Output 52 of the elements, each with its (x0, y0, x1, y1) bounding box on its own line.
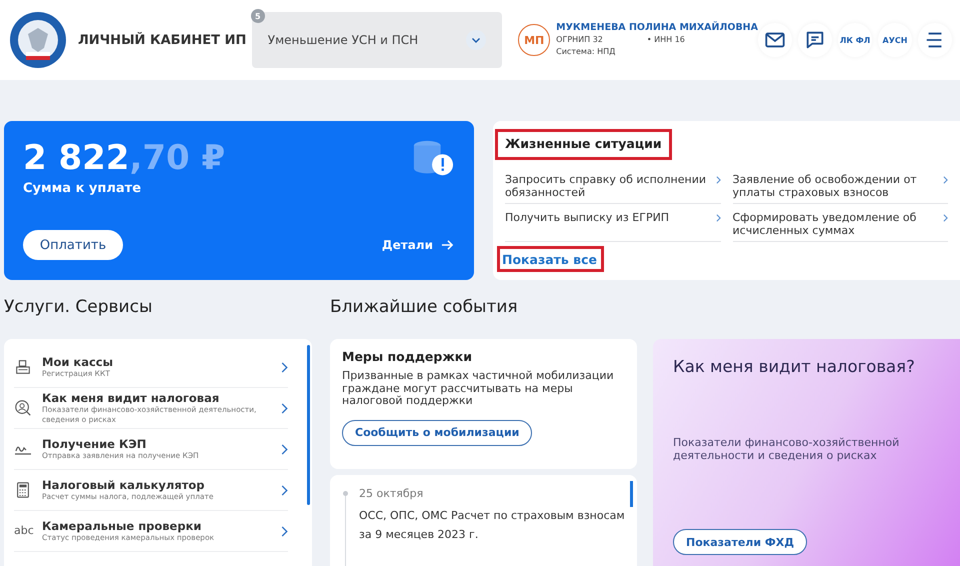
chevron-right-icon (281, 362, 288, 372)
count-badge: 5 (250, 9, 265, 23)
abc-text-icon: abc (14, 522, 32, 540)
chevron-right-icon (716, 176, 720, 184)
chevron-right-icon (281, 484, 288, 496)
promo-text: Показатели финансово-хозяйственной деятельности и сведения о рисках (673, 436, 900, 462)
fhd-indicators-button[interactable]: Показатели ФХД (673, 529, 808, 555)
chevron-right-icon (943, 214, 948, 222)
life-situation-link[interactable]: Запросить справку об исполнении обязанностей (505, 170, 720, 204)
chevron-right-icon (943, 176, 948, 184)
header-link-button[interactable]: АУСН (878, 23, 912, 57)
calculator-icon (14, 481, 32, 499)
mail-icon[interactable] (758, 23, 792, 57)
chat-icon[interactable] (798, 23, 832, 57)
events-heading: Ближайшие события (330, 297, 519, 319)
support-text: Призванные в рамках частичной мобилизации граждане могут рассчитывать на меры налоговой поддержки (342, 370, 615, 408)
chevron-down-icon (466, 30, 486, 50)
life-situations-title: Жизненные ситуации (495, 129, 672, 160)
person-search-icon (14, 399, 32, 417)
amount-caption: Сумма к уплате (23, 181, 142, 196)
life-situation-link[interactable]: Получить выписку из ЕГРИП (505, 208, 720, 242)
arrow-right-icon (441, 239, 454, 251)
user-name: МУКМЕНЕВА ПОЛИНА МИХАЙЛОВНА (556, 22, 758, 34)
support-title: Меры поддержки (342, 349, 474, 364)
chevron-right-icon (716, 214, 720, 222)
tax-system-text: Система: НПД (556, 46, 616, 58)
event-text: ОСС, ОПС, ОМС Расчет по страховым взносам за 9 месяцев 2023 г. (359, 508, 625, 543)
dropdown-value: Уменьшение УСН и ПСН (268, 33, 418, 47)
chevron-right-icon (281, 444, 288, 454)
report-mobilization-button[interactable]: Сообщить о мобилизации (342, 420, 532, 446)
details-link[interactable]: Детали (382, 238, 454, 252)
event-date: 25 октября (359, 487, 424, 500)
mode-dropdown[interactable]: 5 Уменьшение УСН и ПСН (252, 12, 502, 68)
amount-kopecks: ,70 ₽ (129, 138, 226, 178)
emblem-logo (8, 10, 68, 70)
scrollbar-thumb[interactable] (307, 345, 310, 505)
pay-button[interactable]: Оплатить (23, 230, 123, 260)
menu-icon[interactable] (918, 23, 952, 57)
ogrnip-text: ОГРНИП 32 (556, 34, 603, 46)
cabinet-title: ЛИЧНЫЙ КАБИНЕТ ИП (78, 32, 246, 48)
life-situation-link[interactable]: Сформировать уведомление об исчисленных суммах (732, 208, 948, 242)
amount-rubles: 2 822 (23, 138, 130, 178)
promo-title: Как меня видит налоговая? (673, 357, 916, 376)
cash-register-icon (14, 358, 32, 376)
chevron-right-icon (281, 526, 288, 536)
inn-text: • ИНН 16 (646, 34, 685, 46)
chevron-right-icon (281, 402, 288, 414)
life-situation-link[interactable]: Заявление об освобождении от уплаты страховых взносов (732, 170, 948, 204)
scrollbar-thumb[interactable] (630, 481, 633, 507)
show-all-link[interactable]: Показать все (497, 246, 604, 272)
header-link-button[interactable]: ЛК ФЛ (838, 23, 872, 57)
services-heading: Услуги. Сервисы (4, 297, 154, 319)
